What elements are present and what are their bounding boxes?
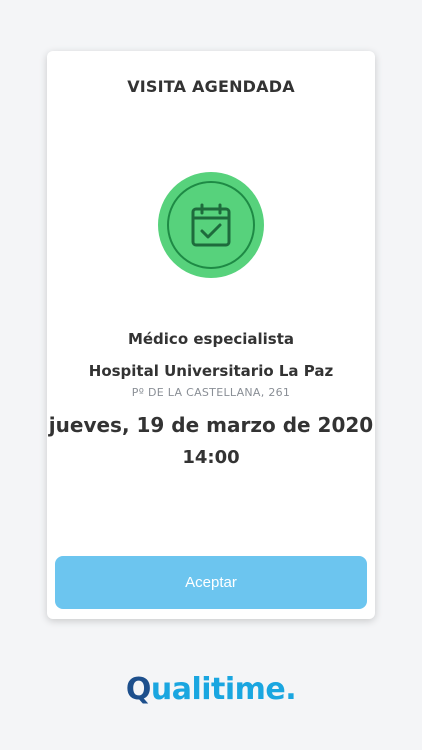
appointment-date: jueves, 19 de marzo de 2020 xyxy=(48,413,374,437)
logo-text: ualitime. xyxy=(150,672,297,707)
icon-ring xyxy=(167,181,255,269)
calendar-check-svg xyxy=(191,203,231,247)
accept-button[interactable]: Aceptar xyxy=(55,556,367,609)
qualitime-logo: Qualitime. xyxy=(0,672,422,707)
hospital-name: Hospital Universitario La Paz xyxy=(88,362,334,380)
hospital-address: Pº DE LA CASTELLANA, 261 xyxy=(131,386,291,399)
logo-q: Q xyxy=(125,672,152,707)
specialty-label: Médico especialista xyxy=(127,330,295,348)
card-title: VISITA AGENDADA xyxy=(127,77,295,96)
appointment-time: 14:00 xyxy=(182,447,240,468)
appointment-card: VISITA AGENDADA Médico especialista Hosp… xyxy=(47,51,375,619)
calendar-check-icon xyxy=(158,172,264,278)
